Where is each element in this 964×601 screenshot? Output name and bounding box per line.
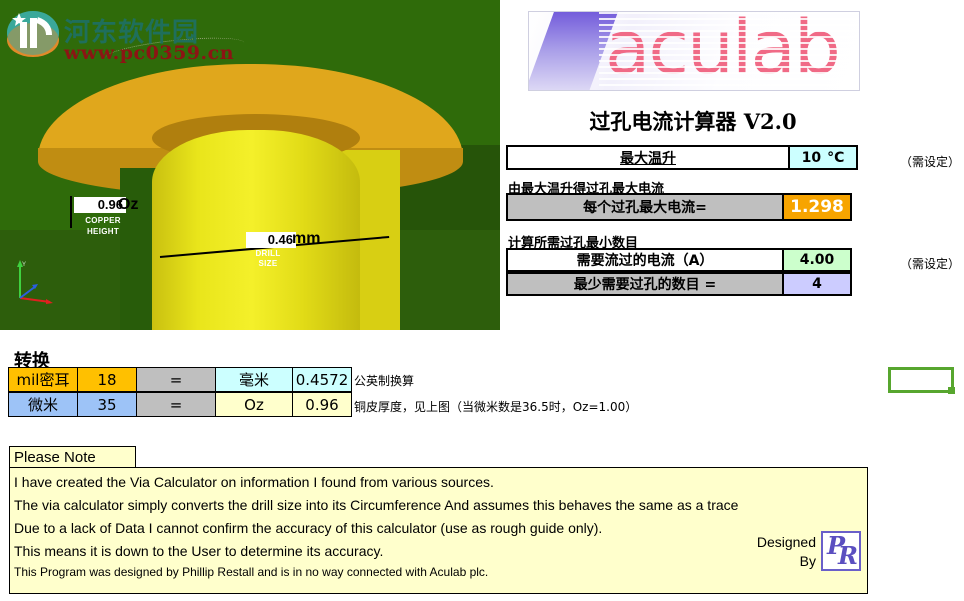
designer-initials-logo: P R — [821, 531, 861, 571]
copper-height-unit: Oz — [118, 196, 139, 213]
max-temp-rise-label: 最大温升 — [508, 147, 788, 168]
min-vias-label: 最少需要过孔的数目 = — [508, 274, 782, 294]
note-line-4: This means it is down to the User to det… — [14, 543, 384, 559]
note-line-2: The via calculator simply converts the d… — [14, 497, 739, 513]
drill-size-caption-line1: DRILL — [255, 249, 281, 258]
designer-initial-r: R — [838, 541, 858, 570]
note-footer: This Program was designed by Phillip Res… — [14, 565, 489, 579]
conv-value-from-mil[interactable]: 18 — [77, 367, 137, 392]
via-barrel — [152, 130, 360, 330]
note-required-current: （需设定） — [900, 257, 961, 271]
designed-by-text: Designed By — [757, 531, 821, 571]
max-current-label: 每个过孔最大电流= — [508, 195, 782, 219]
watermark-url: www.pc0359.cn — [64, 42, 235, 64]
max-temp-rise-unit: °C — [827, 149, 845, 166]
note-line-1: I have created the Via Calculator on inf… — [14, 474, 494, 490]
copper-height-caption-line2: HEIGHT — [86, 227, 120, 236]
conv-unit-to-oz: Oz — [215, 392, 293, 417]
designed-by-line2: By — [799, 553, 816, 569]
required-current-label: 需要流过的电流（A） — [508, 250, 782, 270]
row-max-current-per-via[interactable]: 每个过孔最大电流= 1.298 — [506, 193, 852, 221]
page-title: 过孔电流计算器 V2.0 — [589, 109, 797, 134]
svg-text:Y: Y — [22, 262, 26, 268]
min-vias-value: 4 — [782, 274, 850, 294]
note-line-3: Due to a lack of Data I cannot confirm t… — [14, 520, 603, 536]
conv-unit-from-mil: mil密耳 — [8, 367, 78, 392]
watermark-logo-icon — [7, 11, 59, 57]
row-min-vias[interactable]: 最少需要过孔的数目 = 4 — [506, 272, 852, 296]
drill-size-value: 0.46 — [246, 232, 296, 248]
drill-size-caption-line2: SIZE — [258, 259, 278, 268]
row-required-current[interactable]: 需要流过的电流（A） 4.00 — [506, 248, 852, 272]
copper-height-caption-line1: COPPER — [85, 216, 121, 225]
conv-value-from-um[interactable]: 35 — [77, 392, 137, 417]
via-3d-illustration: Y 0.96 Oz COPPER HEIGHT 0.46 mm DRILL SI… — [0, 0, 500, 330]
conv-equals-mil: = — [136, 367, 216, 392]
aculab-logo: aculab — [528, 11, 860, 91]
conversion-note-um: 铜皮厚度，见上图（当微米数是36.5时，Oz=1.00） — [354, 400, 638, 414]
fill-handle[interactable] — [948, 387, 955, 394]
logo-wordmark: aculab — [605, 11, 841, 91]
selected-empty-cell[interactable] — [888, 367, 955, 394]
conv-unit-to-mm: 毫米 — [215, 367, 293, 392]
conversion-row-mil-mm[interactable]: mil密耳 18 = 毫米 0.4572 — [8, 367, 352, 392]
conversion-row-um-oz[interactable]: 微米 35 = Oz 0.96 — [8, 392, 352, 417]
designed-by-line1: Designed — [756, 534, 816, 550]
required-current-value[interactable]: 4.00 — [782, 250, 850, 270]
conv-value-to-mm: 0.4572 — [292, 367, 352, 392]
designed-by-block: Designed By P R — [757, 531, 861, 571]
drill-size-unit: mm — [292, 230, 321, 247]
site-watermark: 河东软件园 www.pc0359.cn — [6, 6, 234, 68]
max-temp-rise-number: 10 — [801, 149, 822, 166]
conv-value-to-oz: 0.96 — [292, 392, 352, 417]
note-max-temp-rise: （需设定） — [900, 155, 961, 169]
max-temp-rise-value[interactable]: 10 °C — [788, 147, 856, 168]
conv-unit-from-um: 微米 — [8, 392, 78, 417]
conv-equals-um: = — [136, 392, 216, 417]
axis-gizmo: Y — [12, 258, 54, 304]
max-current-value: 1.298 — [782, 195, 850, 219]
please-note-box: I have created the Via Calculator on inf… — [9, 467, 868, 594]
row-max-temp-rise[interactable]: 最大温升 10 °C — [506, 145, 858, 170]
conversion-note-mil: 公英制换算 — [354, 374, 415, 388]
please-note-tab: Please Note — [9, 446, 136, 468]
please-note-tab-label: Please Note — [14, 448, 96, 466]
